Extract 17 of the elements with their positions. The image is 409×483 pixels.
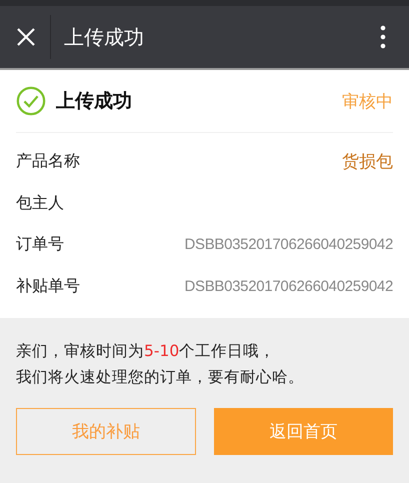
field-label: 包主人	[16, 192, 64, 214]
home-button[interactable]: 返回首页	[214, 408, 393, 455]
field-value: 货损包	[342, 151, 393, 174]
status-title: 上传成功	[56, 89, 132, 114]
close-icon[interactable]	[16, 27, 36, 47]
field-label: 订单号	[16, 234, 64, 256]
window-title: 上传成功	[64, 24, 144, 50]
notice-text: 亲们，审核时间为5-10个工作日哦，	[16, 341, 276, 362]
field-label: 产品名称	[16, 151, 80, 172]
check-circle-icon	[16, 86, 46, 116]
subsidy-button[interactable]: 我的补贴	[16, 408, 196, 455]
field-label: 补贴单号	[16, 276, 80, 297]
notice-text: 我们将火速处理您的订单，要有耐心哈。	[16, 367, 305, 388]
field-value: DSBB035201706266040259042	[184, 278, 393, 295]
field-value: DSBB035201706266040259042	[184, 236, 393, 254]
review-status: 审核中	[342, 90, 393, 112]
more-icon[interactable]	[380, 25, 386, 49]
